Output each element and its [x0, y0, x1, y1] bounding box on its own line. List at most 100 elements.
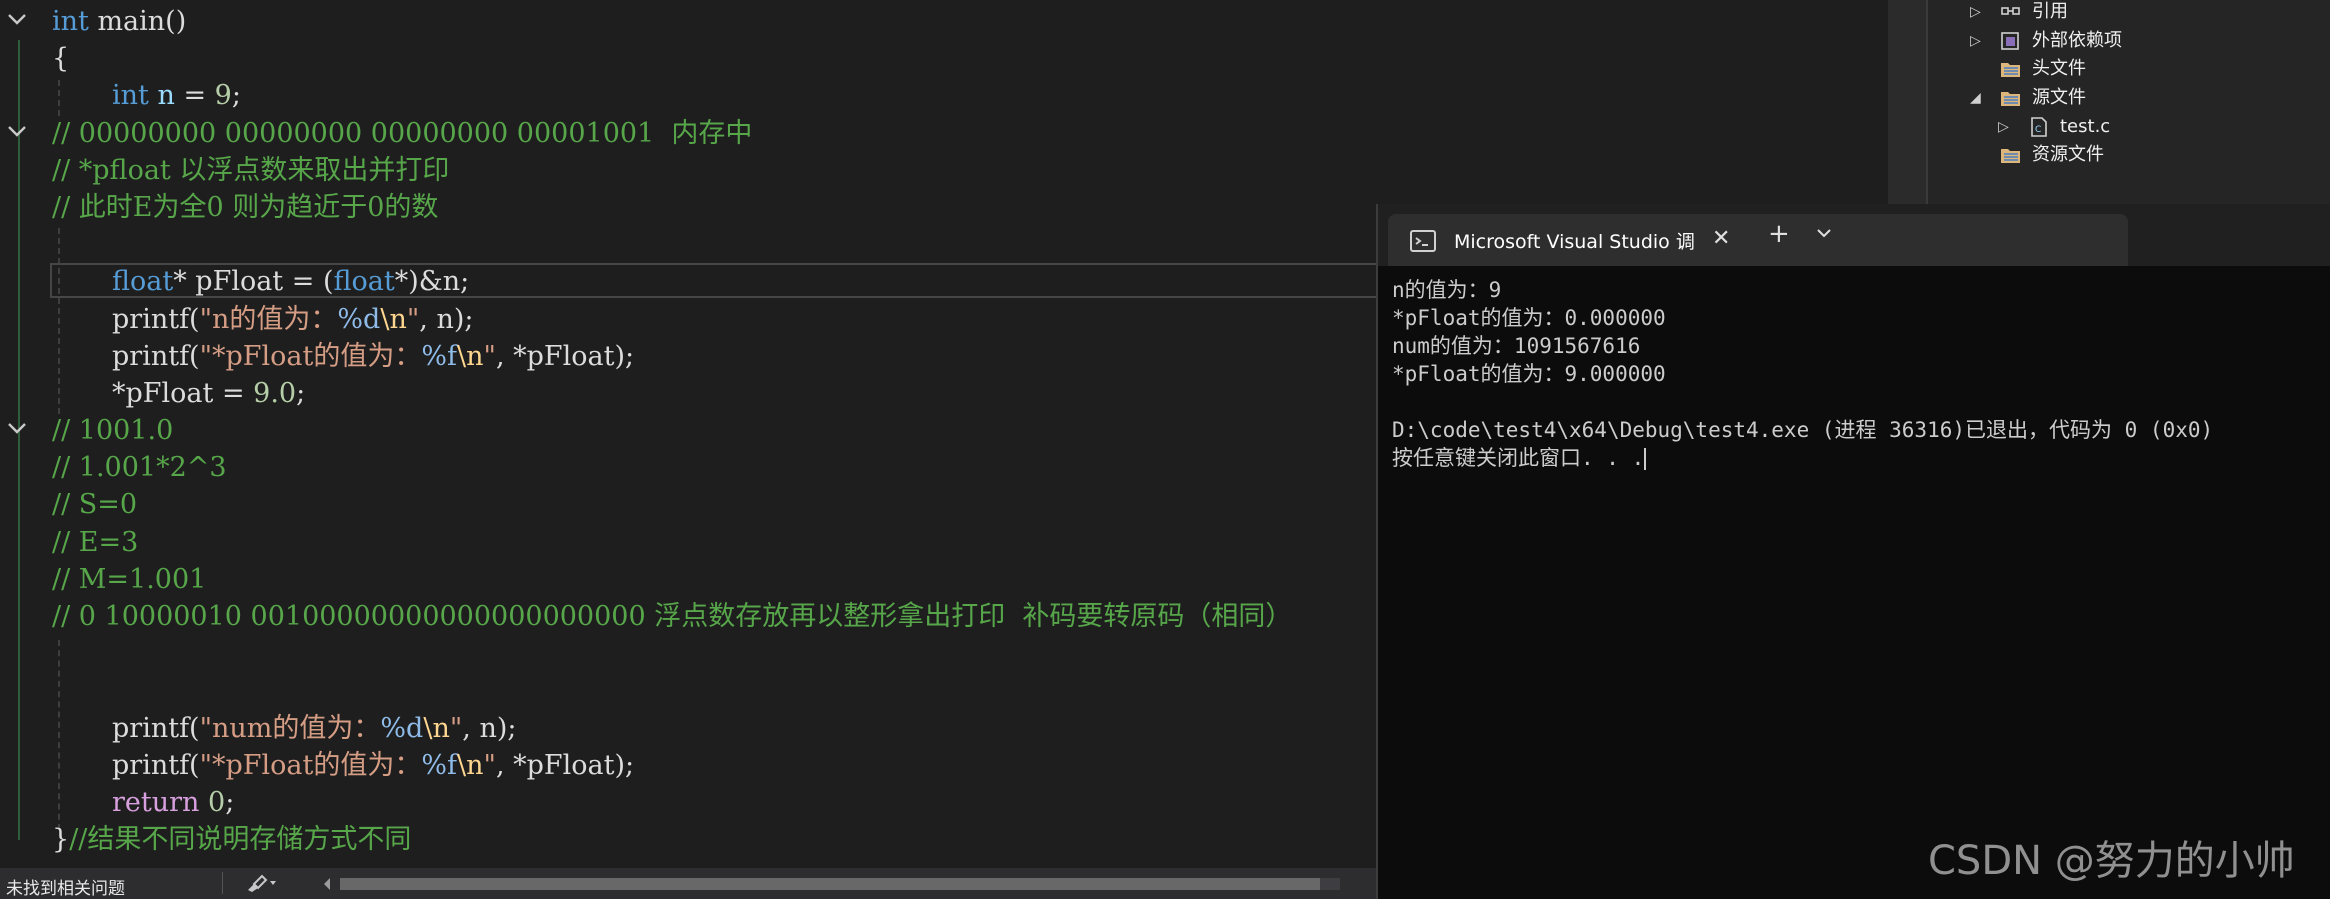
references-icon [2000, 2, 2022, 22]
debug-console-window[interactable]: Microsoft Visual Studio 调试控制台 ✕ + n的值为：9… [1376, 204, 2330, 899]
code-token: = [174, 80, 215, 112]
code-token: \n [380, 303, 407, 335]
code-token: " [406, 303, 420, 335]
tree-item-header-files[interactable]: 头文件 [1888, 55, 2328, 83]
code-token: \n [457, 340, 484, 372]
code-token: 9 [214, 80, 232, 112]
expanded-arrow-icon[interactable]: ◢ [1970, 84, 1990, 112]
tree-item-external-deps[interactable]: ▷ 外部依赖项 [1888, 27, 2328, 55]
code-token: , *pFloat); [495, 340, 635, 372]
code-token: float [333, 266, 395, 298]
console-line-text: *pFloat的值为：0.000000 [1392, 306, 1666, 330]
code-token: // E=3 [52, 526, 139, 558]
external-deps-icon [2000, 31, 2022, 51]
code-token: %d [337, 303, 381, 335]
code-line[interactable]: int main() [0, 3, 1888, 40]
horizontal-scrollbar[interactable] [340, 878, 1340, 890]
scroll-left-icon[interactable] [322, 876, 332, 896]
fold-chevron-icon[interactable] [6, 3, 30, 40]
code-token: // *pfloat 以浮点数来取出并打印 [52, 154, 450, 186]
code-token: \n [423, 712, 450, 744]
code-text: { [52, 40, 69, 77]
code-token: , n); [419, 303, 474, 335]
code-text: // 1.001*2^3 [52, 449, 227, 486]
code-token: printf( [112, 340, 200, 372]
code-text: int n = 9; [112, 77, 241, 114]
code-token: printf( [112, 749, 200, 781]
code-text: // M=1.001 [52, 561, 206, 598]
code-text: }//结果不同说明存储方式不同 [52, 821, 411, 858]
status-divider [222, 872, 223, 894]
code-token: { [52, 43, 70, 75]
collapsed-arrow-icon[interactable]: ▷ [1970, 27, 1990, 55]
code-token: // S=0 [52, 489, 138, 521]
close-icon[interactable]: ✕ [1712, 226, 1730, 251]
code-token: " [449, 712, 463, 744]
scrollbar-thumb[interactable] [340, 878, 1320, 890]
console-line-text: D:\code\test4\x64\Debug\test4.exe (进程 36… [1392, 418, 2214, 442]
console-line: D:\code\test4\x64\Debug\test4.exe (进程 36… [1392, 416, 2322, 444]
code-token: // M=1.001 [52, 563, 207, 595]
code-token: " [483, 340, 496, 372]
code-token: // 此时E为全0 则为趋近于0的数 [52, 191, 439, 223]
code-text: printf("n的值为：%d\n", n); [112, 301, 473, 338]
code-token: printf( [112, 303, 200, 335]
code-line[interactable]: // *pfloat 以浮点数来取出并打印 [0, 152, 1888, 189]
tree-item-resource-files[interactable]: 资源文件 [1888, 141, 2328, 169]
code-token: "num的值为： [199, 712, 381, 744]
code-token: } [52, 824, 70, 856]
console-line: num的值为：1091567616 [1392, 332, 2322, 360]
code-token: // 0 10000010 00100000000000000000000 浮点… [52, 601, 1293, 632]
code-text: // 00000000 00000000 00000000 00001001 内… [52, 115, 752, 152]
collapsed-arrow-icon[interactable]: ▷ [1970, 0, 1990, 26]
code-token: int [112, 80, 149, 112]
console-titlebar: Microsoft Visual Studio 调试控制台 ✕ + [1378, 204, 2330, 266]
code-text: printf("*pFloat的值为：%f\n", *pFloat); [112, 747, 634, 784]
tree-item-test-c[interactable]: ▷ Ctest.c [1888, 113, 2328, 141]
code-token: int [52, 6, 89, 37]
code-token: 0 [208, 786, 226, 818]
code-line[interactable]: { [0, 40, 1888, 77]
code-text: printf("num的值为：%d\n", n); [112, 710, 516, 747]
code-line[interactable]: // 00000000 00000000 00000000 00001001 内… [0, 115, 1888, 152]
tree-item-label: 引用 [2032, 1, 2068, 22]
code-token: \n [457, 749, 484, 781]
collapsed-arrow-icon[interactable]: ▷ [1998, 113, 2018, 141]
console-output[interactable]: n的值为：9 *pFloat的值为：0.000000 num的值为：10915676… [1392, 276, 2322, 472]
chevron-down-icon[interactable] [1816, 224, 1832, 243]
tree-item-label: 资源文件 [2032, 144, 2104, 165]
tree-item-source-files[interactable]: ◢ 源文件 [1888, 84, 2328, 112]
terminal-icon [1410, 230, 1436, 256]
tree-item-references[interactable]: ▷ 引用 [1888, 0, 2328, 26]
code-text: // 1001.0 [52, 412, 173, 449]
plus-icon[interactable]: + [1768, 221, 1790, 247]
folder-icon [2000, 145, 2022, 165]
code-text: *pFloat = 9.0; [112, 375, 305, 412]
code-token: " [483, 749, 496, 781]
code-token: *pFloat = [112, 377, 254, 409]
code-token: %f [421, 340, 458, 372]
code-line[interactable]: int n = 9; [0, 77, 1888, 114]
code-token: *)&n; [394, 266, 470, 298]
code-token: ; [231, 80, 241, 112]
code-token: ; [296, 377, 306, 409]
code-token: // 1001.0 [52, 415, 174, 447]
console-line: *pFloat的值为：0.000000 [1392, 304, 2322, 332]
console-line-text: 按任意键关闭此窗口. . . [1392, 446, 1645, 470]
console-tab[interactable]: Microsoft Visual Studio 调试控制台 ✕ [1388, 214, 2128, 266]
code-text: // *pfloat 以浮点数来取出并打印 [52, 152, 449, 189]
console-line: n的值为：9 [1392, 276, 2322, 304]
fold-chevron-icon[interactable] [6, 412, 30, 449]
brush-icon[interactable] [244, 872, 278, 899]
console-line-text: num的值为：1091567616 [1392, 334, 1641, 358]
code-token: "*pFloat的值为： [199, 749, 422, 781]
code-token: , *pFloat); [495, 749, 635, 781]
code-text: // 此时E为全0 则为趋近于0的数 [52, 189, 438, 226]
code-text: int main() [52, 3, 186, 40]
status-bar: 未找到相关问题 [0, 868, 1380, 899]
folder-icon [2000, 59, 2022, 79]
code-token: //结果不同说明存储方式不同 [69, 824, 412, 856]
fold-chevron-icon[interactable] [6, 115, 30, 152]
code-token: 9.0 [253, 377, 297, 409]
